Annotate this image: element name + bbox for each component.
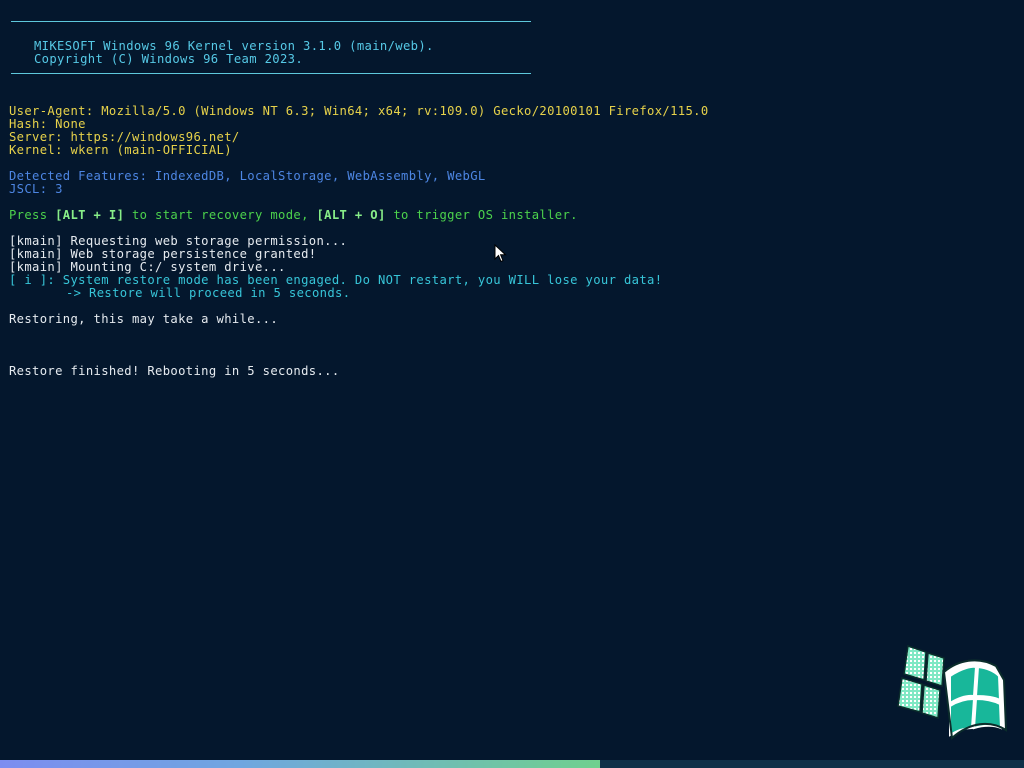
restore-finished-line: Restore finished! Rebooting in 5 seconds… — [9, 364, 340, 378]
recovery-key-hint: [ALT + I] — [55, 208, 125, 222]
installer-key-hint: [ALT + O] — [316, 208, 386, 222]
boot-progress-bar — [0, 760, 1024, 768]
boot-screen: MIKESOFT Windows 96 Kernel version 3.1.0… — [0, 0, 1024, 768]
banner-rule-top — [9, 14, 1009, 27]
mouse-pointer-icon — [494, 244, 507, 263]
copyright-line: Copyright (C) Windows 96 Team 2023. — [34, 52, 304, 66]
kernel-line: Kernel: wkern (main-OFFICIAL) — [9, 143, 232, 157]
boot-progress-fill — [0, 760, 601, 768]
user-agent-line: User-Agent: Mozilla/5.0 (Windows NT 6.3;… — [9, 104, 709, 118]
terminal-output: MIKESOFT Windows 96 Kernel version 3.1.0… — [9, 14, 1009, 378]
detected-features-line: Detected Features: IndexedDB, LocalStora… — [9, 169, 486, 183]
jscl-line: JSCL: 3 — [9, 182, 63, 196]
restoring-status-line: Restoring, this may take a while... — [9, 312, 279, 326]
recovery-prompt-line: Press [ALT + I] to start recovery mode, … — [9, 208, 578, 222]
banner-rule-bottom — [9, 66, 1009, 79]
restore-countdown-line: -> Restore will proceed in 5 seconds. — [66, 286, 351, 300]
windows96-logo-icon — [897, 645, 1008, 741]
